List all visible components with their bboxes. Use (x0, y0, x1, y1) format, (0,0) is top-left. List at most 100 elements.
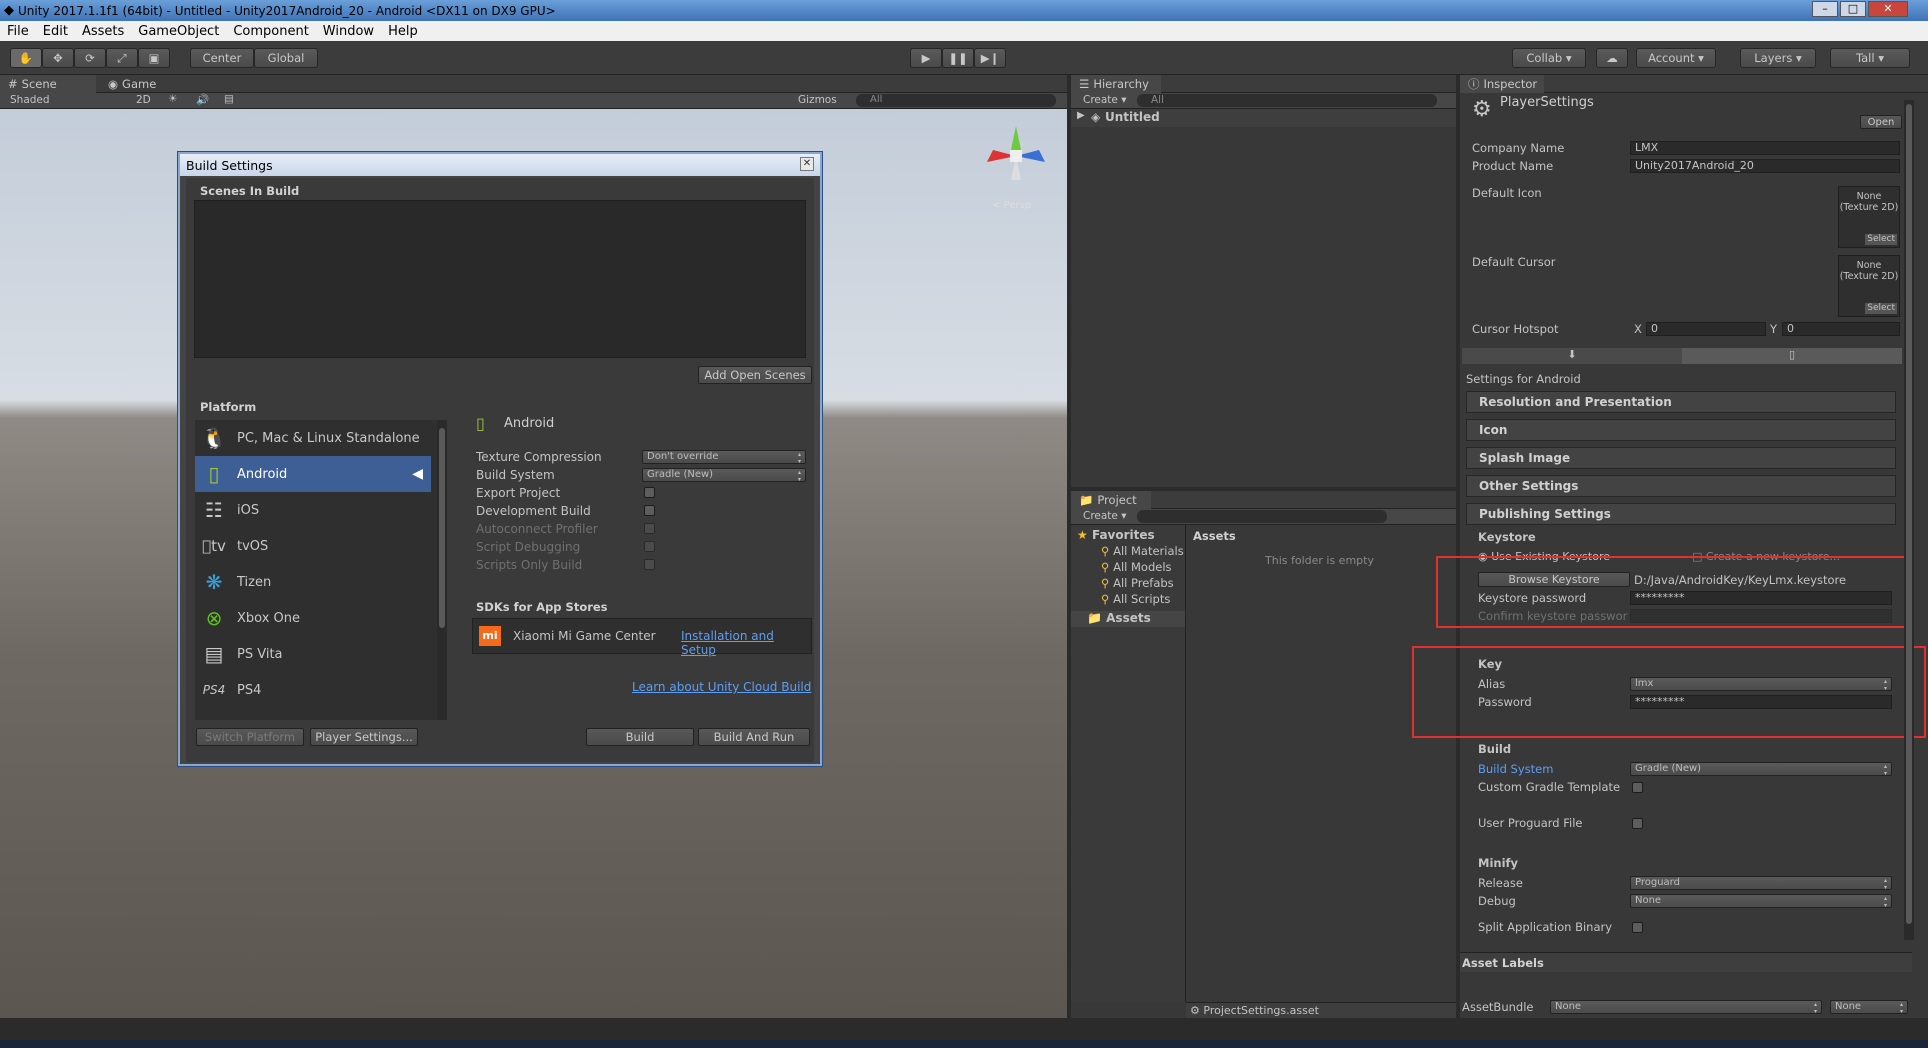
menu-file[interactable]: File (0, 24, 36, 39)
default-icon-slot[interactable]: None (Texture 2D) Select (1838, 186, 1900, 248)
pause-icon[interactable]: ❚❚ (942, 48, 974, 68)
open-button[interactable]: Open (1860, 115, 1902, 129)
section-resolution[interactable]: Resolution and Presentation (1466, 391, 1896, 413)
platform-item-ps-vita[interactable]: ▤ PS Vita (195, 636, 431, 672)
scene-search-input[interactable]: All (856, 94, 1056, 107)
tab-project[interactable]: 📁 Project (1071, 491, 1151, 509)
platform-item-ps4[interactable]: PS4 PS4 (195, 672, 431, 708)
favorite-item[interactable]: ⚲ All Scripts (1101, 592, 1170, 606)
rotate-tool-icon[interactable]: ⟳ (74, 48, 106, 68)
hierarchy-create-dropdown[interactable]: Create ▾ (1083, 94, 1127, 106)
menu-component[interactable]: Component (226, 24, 315, 39)
section-icon[interactable]: Icon (1466, 419, 1896, 441)
scenes-list[interactable] (194, 200, 806, 358)
export-project-checkbox[interactable] (644, 487, 655, 498)
hierarchy-search-input[interactable]: All (1137, 94, 1437, 107)
dialog-close-icon[interactable]: ✕ (800, 157, 814, 171)
favorite-item[interactable]: ⚲ All Models (1101, 560, 1172, 574)
favorite-item[interactable]: ⚲ All Prefabs (1101, 576, 1174, 590)
audio-icon[interactable]: 🔊 (196, 93, 209, 106)
platform-item-ios[interactable]: ☷ iOS (195, 492, 431, 528)
build-and-run-button[interactable]: Build And Run (698, 728, 810, 746)
menu-assets[interactable]: Assets (75, 24, 131, 39)
tab-game[interactable]: ◉ Game (100, 75, 180, 93)
rect-tool-icon[interactable]: ▣ (138, 48, 170, 68)
menu-help[interactable]: Help (381, 24, 425, 39)
build-button[interactable]: Build (586, 728, 694, 746)
platform-item-android[interactable]: ▯ Android ◀ (195, 456, 431, 492)
texture-compression-dropdown[interactable]: Don't override (642, 450, 806, 465)
inspector-scrollbar-thumb[interactable] (1906, 104, 1912, 924)
hotspot-y-input[interactable]: 0 (1782, 322, 1900, 336)
asset-bundle-dropdown[interactable]: None (1550, 1000, 1822, 1015)
custom-gradle-checkbox[interactable] (1632, 782, 1643, 793)
scale-tool-icon[interactable]: ⤢ (106, 48, 138, 68)
pivot-center-button[interactable]: Center (190, 48, 254, 68)
close-button[interactable]: ✕ (1868, 1, 1908, 17)
shading-mode-dropdown[interactable]: Shaded (10, 94, 50, 106)
scene-orientation-gizmo[interactable] (985, 120, 1047, 190)
platform-item-tizen[interactable]: ❋ Tizen (195, 564, 431, 600)
layout-dropdown[interactable]: Tall ▾ (1830, 48, 1910, 68)
play-icon[interactable]: ▶ (910, 48, 942, 68)
step-icon[interactable]: ▶❙ (974, 48, 1006, 68)
release-dropdown[interactable]: Proguard (1630, 876, 1892, 891)
company-name-input[interactable]: LMX (1630, 141, 1900, 155)
section-splash-image[interactable]: Splash Image (1466, 447, 1896, 469)
section-other-settings[interactable]: Other Settings (1466, 475, 1896, 497)
favorite-item[interactable]: ⚲ All Materials (1101, 544, 1184, 558)
project-search-input[interactable] (1137, 510, 1387, 523)
select-icon-button[interactable]: Select (1865, 234, 1897, 245)
platform-item-standalone[interactable]: 🐧 PC, Mac & Linux Standalone (195, 420, 431, 456)
pivot-global-button[interactable]: Global (254, 48, 318, 68)
debug-dropdown[interactable]: None (1630, 894, 1892, 909)
layers-dropdown[interactable]: Layers ▾ (1740, 48, 1816, 68)
section-publishing-settings[interactable]: Publishing Settings (1466, 503, 1896, 525)
menu-edit[interactable]: Edit (36, 24, 75, 39)
default-cursor-slot[interactable]: None (Texture 2D) Select (1838, 255, 1900, 317)
hand-tool-icon[interactable]: ✋ (10, 48, 42, 68)
menu-window[interactable]: Window (316, 24, 381, 39)
collab-button[interactable]: Collab ▾ (1512, 48, 1586, 68)
user-proguard-checkbox[interactable] (1632, 818, 1643, 829)
minimize-button[interactable]: – (1812, 1, 1838, 17)
move-tool-icon[interactable]: ✥ (42, 48, 74, 68)
platform-tab-android[interactable]: ▯ (1682, 348, 1902, 364)
gizmos-dropdown[interactable]: Gizmos (798, 94, 837, 106)
autoconnect-profiler-checkbox[interactable] (644, 523, 655, 534)
mode-2d-toggle[interactable]: 2D (136, 94, 151, 106)
project-create-dropdown[interactable]: Create ▾ (1083, 510, 1127, 522)
cloud-icon[interactable]: ☁ (1596, 48, 1628, 68)
scripts-only-build-checkbox[interactable] (644, 559, 655, 570)
add-open-scenes-button[interactable]: Add Open Scenes (698, 366, 812, 384)
tab-hierarchy[interactable]: ☰ Hierarchy (1071, 75, 1161, 93)
tab-scene[interactable]: # Scene (0, 75, 96, 93)
switch-platform-button[interactable]: Switch Platform (196, 728, 304, 746)
select-cursor-button[interactable]: Select (1865, 303, 1897, 314)
maximize-button[interactable]: □ (1840, 1, 1866, 17)
effects-icon[interactable]: ▤ (224, 93, 234, 105)
favorites-header[interactable]: ★ Favorites (1077, 528, 1155, 542)
account-dropdown[interactable]: Account ▾ (1636, 48, 1716, 68)
expand-arrow-icon[interactable]: ▶ (1077, 110, 1085, 121)
sdk-install-link[interactable]: Installation and Setup (681, 629, 811, 657)
assets-folder[interactable]: 📁 Assets (1071, 611, 1185, 627)
split-binary-checkbox[interactable] (1632, 922, 1643, 933)
player-settings-button[interactable]: Player Settings... (310, 728, 418, 746)
platform-item-xbox-one[interactable]: ⊗ Xbox One (195, 600, 431, 636)
development-build-checkbox[interactable] (644, 505, 655, 516)
tab-inspector[interactable]: ⓘ Inspector (1460, 75, 1544, 93)
hotspot-x-input[interactable]: 0 (1646, 322, 1766, 336)
build-system-dropdown[interactable]: Gradle (New) (642, 468, 806, 483)
platform-tab-standalone[interactable]: ⬇ (1462, 348, 1682, 364)
lighting-icon[interactable]: ☀ (168, 93, 177, 105)
menu-gameobject[interactable]: GameObject (131, 24, 226, 39)
cloud-build-link[interactable]: Learn about Unity Cloud Build (632, 680, 811, 694)
hierarchy-scene-row[interactable]: ▶ ◈ Untitled (1071, 109, 1456, 127)
platform-scrollbar-thumb[interactable] (439, 428, 445, 628)
inspector-build-system-dropdown[interactable]: Gradle (New) (1630, 762, 1892, 777)
script-debugging-checkbox[interactable] (644, 541, 655, 552)
product-name-input[interactable]: Unity2017Android_20 (1630, 159, 1900, 173)
asset-variant-dropdown[interactable]: None (1830, 1000, 1908, 1015)
platform-item-tvos[interactable]: tvtvOS (195, 528, 431, 564)
